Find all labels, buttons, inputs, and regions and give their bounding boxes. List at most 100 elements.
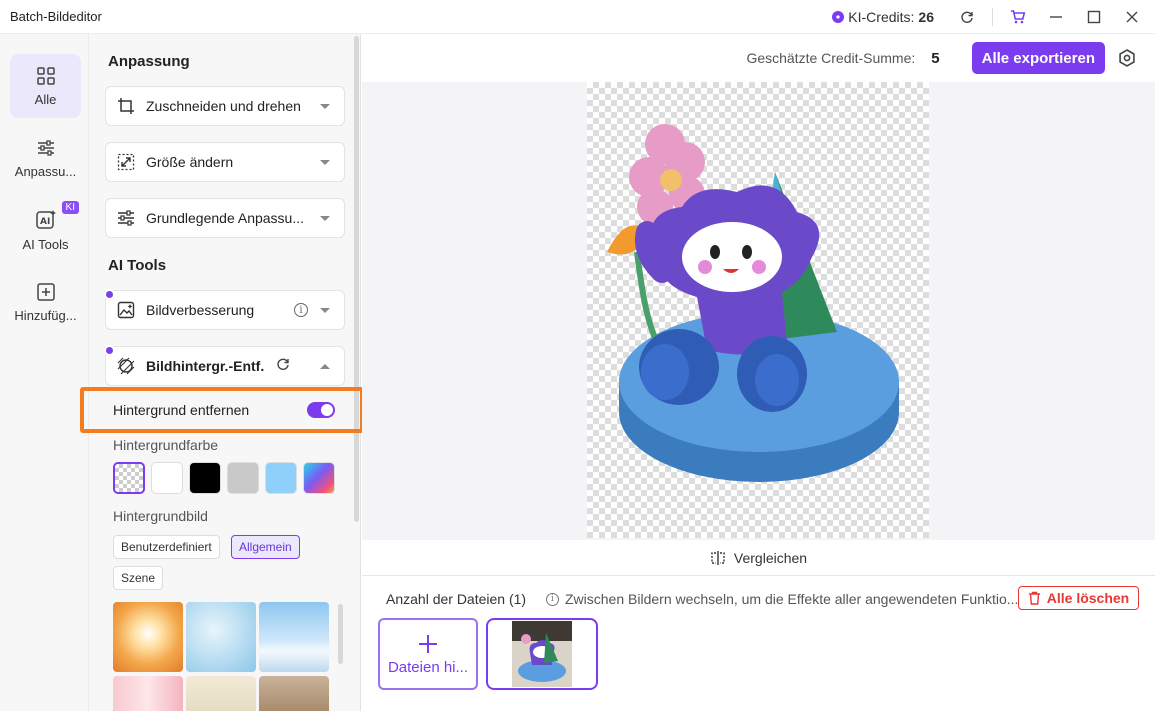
bg-thumbnail-sunburst[interactable] [113,602,183,672]
hint-label: Zwischen Bildern wechseln, um die Effekt… [565,591,1019,607]
crop-icon [116,96,136,116]
rail-item-alle[interactable]: Alle [10,54,81,118]
compare-label: Vergleichen [733,549,808,566]
ki-badge: KI [61,201,79,214]
bg-thumbnail-pink[interactable] [113,676,183,711]
maximize-button[interactable] [1081,4,1107,30]
plus-icon [419,634,437,653]
gear-icon[interactable] [1117,48,1137,68]
accordion-resize[interactable]: Größe ändern [105,142,345,182]
chevron-down-icon [320,159,330,165]
export-all-button[interactable]: Alle exportieren [971,42,1105,74]
accordion-label: Bildverbesserung [146,302,255,318]
rail-item-label: Hinzufüg... [14,307,77,323]
accordion-enhance[interactable]: Bildverbesserung i [104,289,345,330]
delete-all-label: Alle löschen [1046,590,1130,606]
accordion-crop[interactable]: Zuschneiden und drehen [105,86,345,126]
add-files-label: Dateien hi... [387,658,469,676]
rail-item-label: Anpassu... [14,163,77,179]
resize-icon [116,152,136,172]
preview-image[interactable] [587,82,929,538]
chevron-down-icon [320,215,330,221]
rail-item-label: AI Tools [22,236,69,252]
section-title-ai-tools: AI Tools [108,257,167,274]
rail-item-ai-tools[interactable]: KI AI AI Tools [10,198,81,262]
accordion-label: Bildhintergr.-Entf. [146,358,265,374]
chevron-down-icon [320,307,330,313]
rail-item-hinzufuegen[interactable]: Hinzufüg... [10,270,81,334]
files-strip: Anzahl der Dateien (1) i Zwischen Bildern… [362,577,1155,711]
file-count-label: Anzahl der Dateien (1) [386,591,527,607]
close-button[interactable] [1119,4,1145,30]
sliders-icon [37,139,54,156]
accordion-label: Grundlegende Anpassu... [146,210,305,226]
accordion-label: Größe ändern [146,154,234,170]
file-thumbnail[interactable] [486,618,598,690]
thumbnail-scrollbar[interactable] [338,604,343,664]
swatch-gray[interactable] [227,462,259,494]
refresh-icon[interactable] [954,4,980,30]
ai-corner-badge [104,345,115,356]
toggle-label: Hintergrund entfernen [113,402,250,418]
file-thumbnail-image [512,621,572,687]
bg-thumbnail-brown[interactable] [259,676,329,711]
chevron-up-icon [320,363,330,369]
swatch-gradient[interactable] [303,462,335,494]
info-icon: i [546,592,559,606]
section-title-anpassung: Anpassung [108,53,190,70]
sliders-icon [116,208,136,228]
app-title: Batch-Bildeditor [10,9,102,24]
enhance-icon [116,300,136,320]
bg-thumbnail-water[interactable] [186,602,256,672]
title-separator [992,7,993,26]
rail-item-anpassung[interactable]: Anpassu... [10,126,81,190]
svg-text:AI: AI [40,217,50,227]
left-rail: Alle Anpassu... KI AI AI Tools Hinzufüg.… [0,34,89,711]
toy-figure-image [607,124,899,482]
grid-icon [36,66,55,85]
bg-thumbnail-cream[interactable] [186,676,256,711]
chip-general[interactable]: Allgemein [231,535,300,559]
swatch-transparent[interactable] [113,462,145,494]
compare-icon [711,550,725,565]
accordion-basic-adjust[interactable]: Grundlegende Anpassu... [105,198,345,238]
reset-icon[interactable] [276,357,290,376]
add-files-button[interactable]: Dateien hi... [378,618,478,690]
trash-icon [1028,591,1040,605]
bg-thumbnail-sky[interactable] [259,602,329,672]
preview-canvas [362,82,1155,540]
info-icon[interactable]: i [294,303,308,317]
ki-credits-label: KI-Credits: [848,8,915,25]
credit-coin-icon [832,10,845,23]
accordion-bg-remove[interactable]: Bildhintergr.-Entf. [104,345,345,386]
chip-custom[interactable]: Benutzerdefiniert [113,535,220,559]
credit-sum-value: 5 [931,49,940,67]
ki-credits: KI-Credits: 26 [832,9,934,25]
chip-scene[interactable]: Szene [113,566,164,590]
swatch-light-blue[interactable] [265,462,297,494]
minimize-button[interactable] [1043,4,1069,30]
toggle-knob [321,404,333,416]
accordion-label: Zuschneiden und drehen [146,98,301,114]
panel-scrollbar[interactable] [354,36,359,522]
swatch-black[interactable] [189,462,221,494]
ki-credits-value: 26 [918,8,934,25]
compare-button[interactable]: Vergleichen [362,540,1155,576]
credit-sum-label: Geschätzte Credit-Summe: [746,50,916,66]
bg-remove-icon [116,356,136,376]
swatch-white[interactable] [151,462,183,494]
rail-item-label: Alle [34,91,57,107]
ai-icon: AI [35,209,56,229]
delete-all-button[interactable]: Alle löschen [1018,586,1139,610]
remove-bg-toggle[interactable] [307,402,335,418]
remove-bg-toggle-row: Hintergrund entfernen [107,393,347,427]
title-bar: Batch-Bildeditor KI-Credits: 26 [0,0,1155,34]
ai-corner-badge [104,289,115,300]
main-topbar: Geschätzte Credit-Summe: 5 Alle exportie… [362,34,1155,82]
bg-color-label: Hintergrundfarbe [113,437,219,453]
chevron-down-icon [320,103,330,109]
hint-text: i Zwischen Bildern wechseln, um die Effek… [546,591,1018,607]
plus-square-icon [36,282,55,301]
bg-image-label: Hintergrundbild [113,508,208,524]
cart-icon[interactable] [1005,4,1031,30]
